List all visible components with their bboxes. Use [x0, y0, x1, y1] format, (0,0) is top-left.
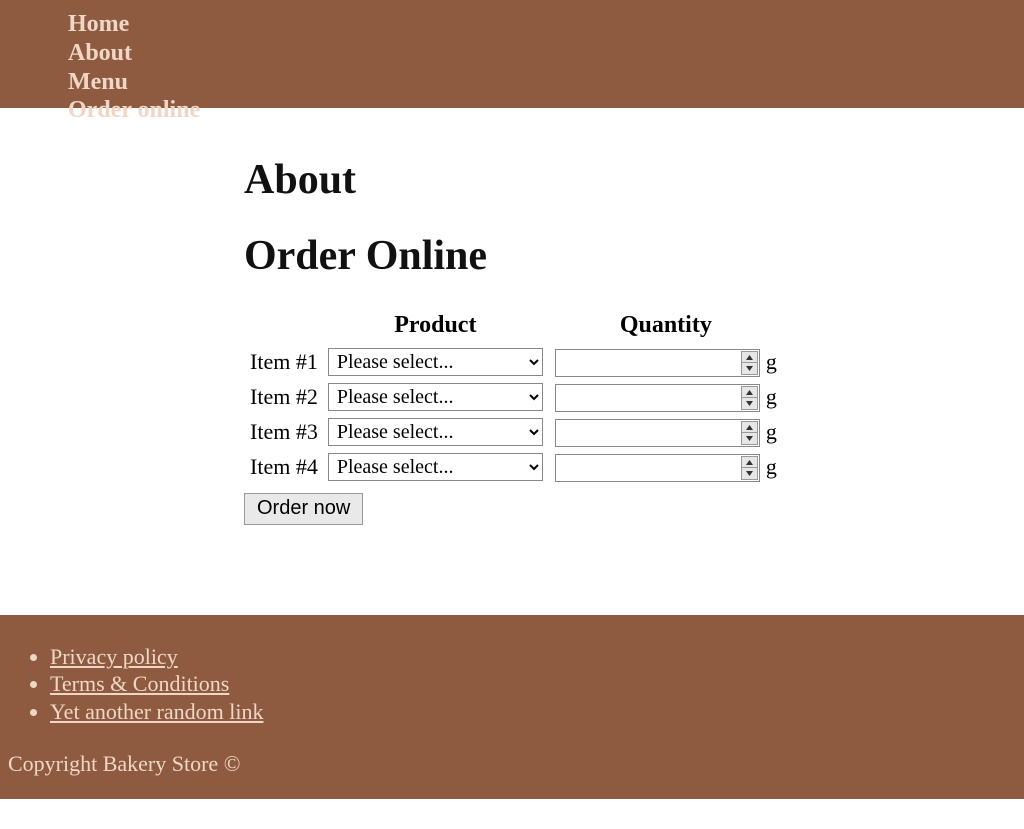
stepper-down-icon[interactable]: [742, 362, 757, 374]
heading-order-online: Order Online: [244, 232, 1024, 280]
table-row: Item #1 Please select... g: [244, 345, 783, 380]
list-item: Yet another random link: [50, 698, 1024, 726]
quantity-input-4[interactable]: [555, 454, 760, 482]
unit-label: g: [766, 415, 783, 450]
row-label: Item #4: [244, 450, 322, 485]
table-row: Item #3 Please select... g: [244, 415, 783, 450]
footer-links: Privacy policy Terms & Conditions Yet an…: [0, 643, 1024, 726]
table-row: Item #4 Please select... g: [244, 450, 783, 485]
product-select-3[interactable]: Please select...: [328, 418, 543, 446]
col-blank: [244, 308, 322, 345]
table-row: Item #2 Please select... g: [244, 380, 783, 415]
footer-link-random[interactable]: Yet another random link: [50, 699, 263, 724]
product-select-4[interactable]: Please select...: [328, 453, 543, 481]
footer-link-privacy[interactable]: Privacy policy: [50, 644, 178, 669]
quantity-stepper-4[interactable]: [741, 456, 758, 480]
row-label: Item #2: [244, 380, 322, 415]
order-table: Product Quantity Item #1 Please select..…: [244, 308, 783, 485]
product-select-1[interactable]: Please select...: [328, 348, 543, 376]
stepper-up-icon[interactable]: [742, 352, 757, 363]
stepper-down-icon[interactable]: [742, 432, 757, 444]
unit-label: g: [766, 450, 783, 485]
main-content: About Order Online Product Quantity Item…: [0, 156, 1024, 615]
nav-about[interactable]: About: [68, 39, 132, 68]
order-now-button[interactable]: Order now: [244, 493, 363, 525]
list-item: Terms & Conditions: [50, 670, 1024, 698]
copyright-text: Copyright Bakery Store ©: [0, 741, 1024, 777]
stepper-up-icon[interactable]: [742, 387, 757, 398]
top-nav-bar: Home About Menu Order online: [0, 0, 1024, 108]
col-product: Product: [322, 308, 549, 345]
list-item: Privacy policy: [50, 643, 1024, 671]
unit-label: g: [766, 345, 783, 380]
row-label: Item #1: [244, 345, 322, 380]
col-quantity: Quantity: [549, 308, 783, 345]
footer: Privacy policy Terms & Conditions Yet an…: [0, 615, 1024, 799]
quantity-input-3[interactable]: [555, 419, 760, 447]
product-select-2[interactable]: Please select...: [328, 383, 543, 411]
quantity-stepper-3[interactable]: [741, 421, 758, 445]
quantity-input-1[interactable]: [555, 349, 760, 377]
quantity-stepper-1[interactable]: [741, 351, 758, 375]
row-label: Item #3: [244, 415, 322, 450]
spacer: [244, 525, 1024, 615]
heading-about: About: [244, 156, 1024, 204]
nav-home[interactable]: Home: [68, 10, 129, 39]
footer-link-terms[interactable]: Terms & Conditions: [50, 671, 229, 696]
stepper-up-icon[interactable]: [742, 422, 757, 433]
unit-label: g: [766, 380, 783, 415]
stepper-down-icon[interactable]: [742, 467, 757, 479]
stepper-down-icon[interactable]: [742, 397, 757, 409]
quantity-input-2[interactable]: [555, 384, 760, 412]
main-nav: Home About Menu Order online: [0, 10, 1024, 125]
nav-order-online[interactable]: Order online: [68, 96, 200, 125]
stepper-up-icon[interactable]: [742, 457, 757, 468]
quantity-stepper-2[interactable]: [741, 386, 758, 410]
nav-menu[interactable]: Menu: [68, 68, 128, 97]
